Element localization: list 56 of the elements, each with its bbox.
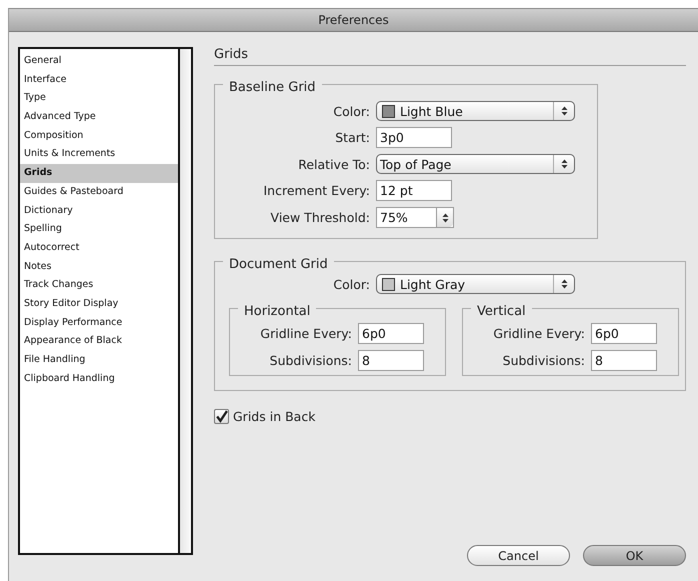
dropdown-value: Light Blue bbox=[399, 104, 464, 118]
ok-button[interactable]: OK bbox=[583, 545, 686, 566]
checkbox[interactable] bbox=[214, 409, 229, 424]
dropdown[interactable]: Top of Page bbox=[376, 154, 575, 174]
category-item[interactable]: General bbox=[20, 52, 178, 71]
field-label: Increment Every: bbox=[262, 183, 370, 198]
field-label: Relative To: bbox=[297, 156, 370, 172]
combo-field[interactable]: 75% bbox=[376, 207, 454, 228]
category-item[interactable]: Type bbox=[20, 89, 178, 108]
category-item[interactable]: Units & Increments bbox=[20, 145, 178, 164]
category-item[interactable]: Grids bbox=[20, 164, 178, 183]
stepper-arrows-icon bbox=[560, 279, 568, 289]
scroll-bar[interactable] bbox=[180, 49, 191, 553]
group-title: Document Grid bbox=[229, 257, 328, 272]
input-field[interactable]: 12 pt bbox=[376, 180, 452, 201]
category-item[interactable]: Display Performance bbox=[20, 314, 178, 332]
panel-title: Grids bbox=[214, 47, 686, 66]
field-label: Color: bbox=[332, 276, 370, 292]
category-item[interactable]: Interface bbox=[20, 70, 178, 90]
field-label: Start: bbox=[334, 130, 370, 145]
group-title: Horizontal bbox=[244, 304, 310, 319]
category-item[interactable]: Track Changes bbox=[20, 276, 178, 295]
dropdown-value: Top of Page bbox=[379, 156, 452, 172]
field-label: Subdivisions: bbox=[268, 353, 352, 368]
checkbox-label: Grids in Back bbox=[233, 409, 316, 424]
group-title: Baseline Grid bbox=[229, 80, 316, 95]
field-label: Gridline Every: bbox=[259, 326, 352, 341]
group-title: Vertical bbox=[477, 304, 526, 319]
category-item[interactable]: Autocorrect bbox=[20, 238, 178, 258]
input-field[interactable]: 6p0 bbox=[358, 323, 424, 344]
input-field[interactable]: 3p0 bbox=[376, 127, 452, 148]
category-item[interactable]: File Handling bbox=[20, 351, 178, 370]
field-label: View Threshold: bbox=[270, 210, 370, 225]
category-item[interactable]: Spelling bbox=[20, 220, 178, 239]
field-label: Subdivisions: bbox=[502, 353, 585, 368]
window-title: Preferences bbox=[318, 13, 389, 27]
category-item[interactable]: Clipboard Handling bbox=[20, 370, 178, 388]
category-item[interactable]: Advanced Type bbox=[20, 108, 178, 127]
stepper-arrows-icon bbox=[560, 159, 568, 169]
category-item[interactable]: Composition bbox=[20, 126, 178, 146]
category-item[interactable]: Guides & Pasteboard bbox=[20, 182, 178, 202]
stepper-arrows-icon bbox=[442, 212, 448, 222]
category-item[interactable]: Appearance of Black bbox=[20, 332, 178, 351]
input-field[interactable]: 8 bbox=[591, 350, 657, 371]
category-item[interactable]: Dictionary bbox=[20, 202, 178, 220]
dropdown-value: Light Gray bbox=[399, 276, 466, 292]
category-item[interactable]: Notes bbox=[20, 258, 178, 276]
input-field[interactable]: 6p0 bbox=[591, 323, 657, 344]
cancel-button[interactable]: Cancel bbox=[467, 545, 570, 566]
dropdown[interactable]: Light Blue bbox=[376, 101, 575, 121]
category-item[interactable]: Story Editor Display bbox=[20, 294, 178, 314]
field-label: Gridline Every: bbox=[492, 326, 585, 341]
field-label: Color: bbox=[332, 104, 370, 118]
dropdown[interactable]: Light Gray bbox=[376, 274, 575, 294]
input-field[interactable]: 8 bbox=[358, 350, 424, 371]
stepper-arrows-icon bbox=[560, 106, 568, 116]
